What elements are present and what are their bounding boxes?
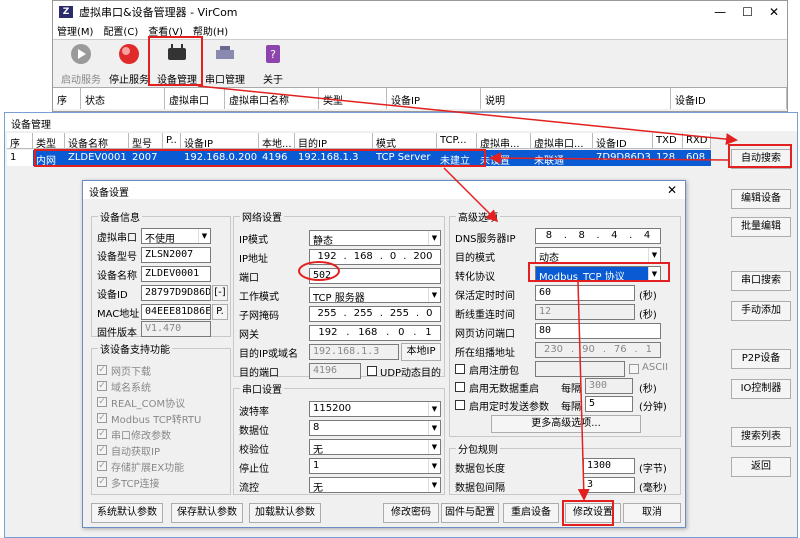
arrow-to-device-row <box>489 152 729 165</box>
arrow-to-dialog <box>443 167 499 223</box>
annotation-arrows <box>197 85 738 501</box>
arrow-to-apply <box>577 281 590 501</box>
arrow-to-auto-search <box>197 85 738 146</box>
